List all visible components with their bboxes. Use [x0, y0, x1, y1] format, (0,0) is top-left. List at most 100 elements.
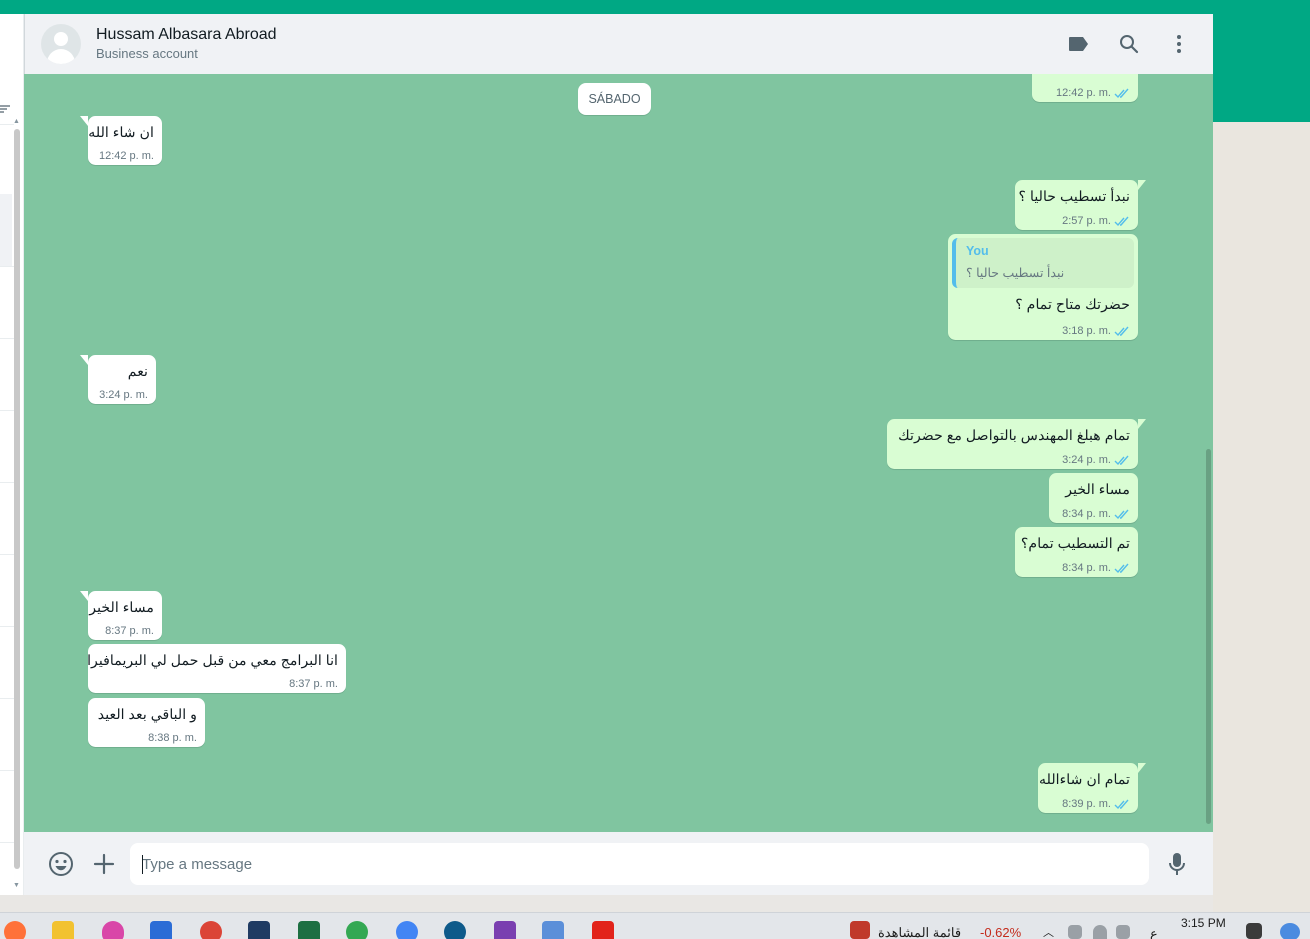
chevron-up-icon[interactable]: ︿ — [1043, 924, 1054, 939]
filter-icon[interactable] — [0, 104, 10, 117]
message-bubble-outgoing[interactable]: 12:42 p. m. — [1032, 74, 1138, 102]
message-time: 3:18 p. m. — [1062, 325, 1130, 337]
quote-text: نبدأ تسطيب حاليا ؟ — [966, 266, 1065, 280]
message-time: 3:24 p. m. — [99, 389, 148, 401]
message-bubble-incoming[interactable]: مساء الخير 8:37 p. m. — [80, 591, 162, 640]
read-ticks-icon — [1114, 88, 1129, 98]
message-time: 8:37 p. m. — [289, 678, 338, 690]
message-time: 8:37 p. m. — [105, 625, 154, 637]
message-bubble-outgoing[interactable]: تم التسطيب تمام؟ 8:34 p. m. — [1015, 527, 1138, 577]
message-bubble-incoming[interactable]: انا البرامج معي من قبل حمل لي البريمافير… — [87, 644, 346, 693]
message-time: 3:24 p. m. — [1062, 454, 1130, 466]
avatar[interactable] — [41, 24, 81, 64]
header-actions — [1067, 14, 1191, 74]
search-icon[interactable] — [1117, 32, 1141, 56]
message-bubble-incoming[interactable]: ان شاء الله 12:42 p. m. — [80, 116, 162, 165]
message-text: مساء الخير — [89, 600, 154, 616]
divider — [0, 124, 14, 125]
message-bubble-outgoing[interactable]: تمام هبلغ المهندس بالتواصل مع حضرتك 3:24… — [887, 419, 1146, 469]
emoji-icon[interactable] — [48, 851, 74, 877]
avatar-body — [47, 49, 75, 64]
message-time: 8:34 p. m. — [1062, 562, 1130, 574]
acrobat-icon[interactable] — [592, 921, 614, 939]
message-bubble-outgoing-reply[interactable]: You نبدأ تسطيب حاليا ؟ حضرتك متاح تمام ؟… — [948, 234, 1138, 340]
firefox-icon[interactable] — [4, 921, 26, 939]
message-text: و الباقي بعد العيد — [97, 707, 197, 723]
message-text: حضرتك متاح تمام ؟ — [1015, 297, 1130, 313]
calculator-icon[interactable] — [542, 921, 564, 939]
chat-list-item-selected[interactable] — [0, 194, 12, 266]
desktop-background — [1213, 122, 1310, 912]
message-text: تمام ان شاءالله — [1039, 772, 1130, 788]
conversation-header[interactable]: Hussam Albasara Abroad Business account — [24, 14, 1213, 74]
message-text: مساء الخير — [1065, 482, 1130, 498]
scroll-up-arrow[interactable]: ▲ — [13, 118, 20, 125]
microphone-icon[interactable] — [1165, 851, 1189, 877]
bubble-tail — [1138, 763, 1146, 773]
chat-list-scrollbar[interactable] — [14, 129, 20, 869]
message-bubble-outgoing[interactable]: نبدأ تسطيب حاليا ؟ 2:57 p. m. — [1015, 180, 1146, 230]
clock-time[interactable]: 3:15 PM — [1181, 916, 1226, 930]
read-ticks-icon — [1114, 799, 1129, 809]
app-icon[interactable] — [248, 921, 270, 939]
widget-label[interactable]: قائمة المشاهدة — [878, 925, 961, 939]
chrome-profile-icon[interactable] — [396, 921, 418, 939]
bubble-tail — [1138, 180, 1146, 190]
system-tray-icon[interactable] — [1068, 925, 1082, 939]
quoted-message[interactable]: You نبدأ تسطيب حاليا ؟ — [952, 238, 1134, 288]
app-icon[interactable] — [150, 921, 172, 939]
menu-icon[interactable] — [1167, 32, 1191, 56]
wifi-icon[interactable] — [1093, 925, 1107, 939]
os-taskbar: قائمة المشاهدة -0.62% ︿ ع 3:15 PM — [0, 912, 1310, 939]
app-icon[interactable] — [494, 921, 516, 939]
message-bubble-outgoing[interactable]: مساء الخير 8:34 p. m. — [1049, 473, 1138, 523]
label-icon[interactable] — [1067, 32, 1091, 56]
divider — [0, 626, 14, 627]
teamviewer-icon[interactable] — [444, 921, 466, 939]
excel-icon[interactable] — [298, 921, 320, 939]
read-ticks-icon — [1114, 563, 1129, 573]
message-time: 8:34 p. m. — [1062, 508, 1130, 520]
scroll-down-arrow[interactable]: ▼ — [13, 882, 20, 889]
chat-scrollbar[interactable] — [1206, 449, 1211, 824]
divider — [0, 338, 14, 339]
message-composer — [24, 832, 1213, 895]
message-time: 2:57 p. m. — [1062, 215, 1130, 227]
message-text: تم التسطيب تمام؟ — [1020, 536, 1130, 552]
read-ticks-icon — [1114, 509, 1129, 519]
input-language[interactable]: ع — [1150, 926, 1158, 939]
message-input[interactable] — [130, 843, 1149, 885]
divider — [0, 842, 14, 843]
message-list[interactable]: 12:42 p. m. SÁBADO ان شاء الله 12:42 p. … — [24, 74, 1213, 832]
avatar-head — [54, 32, 68, 46]
notifications-icon[interactable] — [1246, 923, 1262, 939]
chrome-icon[interactable] — [346, 921, 368, 939]
message-time: 8:39 p. m. — [1062, 798, 1130, 810]
attach-plus-icon[interactable] — [91, 851, 117, 877]
chrome-profile-icon[interactable] — [200, 921, 222, 939]
bubble-tail — [1138, 419, 1146, 429]
message-time: 8:38 p. m. — [148, 732, 197, 744]
divider — [0, 482, 14, 483]
message-text: انا البرامج معي من قبل حمل لي البريمافير… — [87, 653, 338, 669]
read-ticks-icon — [1114, 216, 1129, 226]
app-top-band — [0, 0, 1310, 14]
copilot-icon[interactable] — [1280, 923, 1300, 939]
message-time: 12:42 p. m. — [1056, 87, 1130, 99]
message-text: تمام هبلغ المهندس بالتواصل مع حضرتك — [898, 428, 1130, 444]
divider — [0, 554, 14, 555]
message-bubble-incoming[interactable]: و الباقي بعد العيد 8:38 p. m. — [88, 698, 205, 747]
message-time: 12:42 p. m. — [98, 150, 154, 162]
message-bubble-outgoing[interactable]: تمام ان شاءالله 8:39 p. m. — [1038, 763, 1146, 813]
contact-name: Hussam Albasara Abroad — [96, 26, 277, 43]
bubble-tail — [80, 591, 88, 601]
volume-icon[interactable] — [1116, 925, 1130, 939]
contact-info[interactable]: Hussam Albasara Abroad Business account — [96, 25, 277, 63]
app-icon[interactable] — [102, 921, 124, 939]
message-bubble-incoming[interactable]: نعم 3:24 p. m. — [80, 355, 156, 404]
read-ticks-icon — [1114, 326, 1129, 336]
divider — [0, 770, 14, 771]
background-band — [1213, 14, 1310, 122]
file-explorer-icon[interactable] — [52, 921, 74, 939]
stock-widget-icon[interactable] — [850, 921, 870, 939]
